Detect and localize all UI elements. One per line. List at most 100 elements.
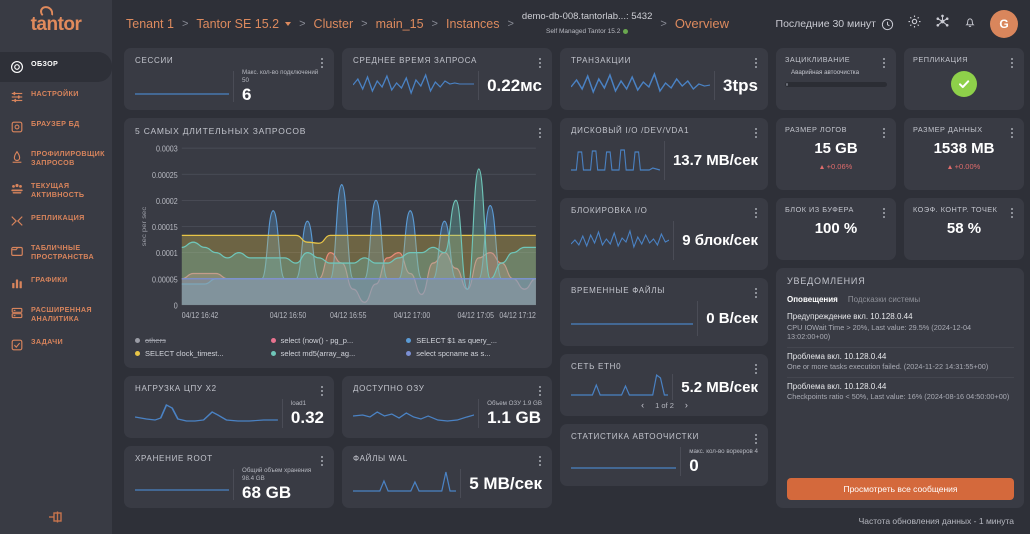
- card-menu-button[interactable]: [317, 384, 327, 398]
- card-title: Временные файлы: [571, 286, 758, 296]
- legend-item[interactable]: select (now() - pg_p...: [271, 334, 407, 347]
- sidebar-item-tablespaces[interactable]: Табличные пространства: [0, 236, 112, 268]
- legend-bullet: [135, 351, 140, 356]
- breadcrumb-separator: >: [361, 18, 367, 30]
- time-range-selector[interactable]: Последние 30 минут: [776, 18, 894, 31]
- sidebar-item-charts[interactable]: Графики: [0, 268, 112, 298]
- card-wal-files: Файлы WAL 5 МВ/сек: [342, 446, 552, 508]
- sidebar-item-current-activity[interactable]: Текущая активность: [0, 174, 112, 206]
- card-title: Блок из буфера: [785, 205, 887, 215]
- collapse-sidebar-button[interactable]: [0, 510, 112, 524]
- sparkline: [571, 226, 669, 256]
- card-menu-button[interactable]: [751, 286, 761, 300]
- sidebar: tantor Обзор Настройки Браузер БД: [0, 0, 112, 534]
- breadcrumb-cluster[interactable]: Cluster: [314, 17, 354, 31]
- card-menu-button[interactable]: [535, 56, 545, 70]
- legend-item[interactable]: select md5(array_ag...: [271, 347, 407, 360]
- breadcrumb-instances[interactable]: Instances: [446, 17, 500, 31]
- sidebar-item-label: Текущая активность: [31, 181, 104, 199]
- legend-label: select spcname as s...: [416, 349, 490, 358]
- legend-item[interactable]: select spcname as s...: [406, 347, 542, 360]
- bar-chart-icon: [10, 276, 24, 290]
- card-value: 15 GB: [785, 140, 887, 157]
- card-title: Статистика автоочистки: [571, 432, 758, 442]
- sparkline: [353, 469, 456, 499]
- card-menu-button[interactable]: [751, 126, 761, 140]
- legend-item[interactable]: SELECT $1 as query_...: [406, 334, 542, 347]
- settings-button[interactable]: [907, 14, 922, 34]
- right-row-1: Зацикливание Аварийная автоочистка Репли…: [776, 48, 1024, 110]
- brand-name: tantor: [31, 15, 82, 34]
- notification-item[interactable]: Проблема вкл. 10.128.0.44 Checkpoints ra…: [787, 378, 1014, 407]
- card-title: Размер данных: [913, 125, 1015, 135]
- breadcrumb-tenant[interactable]: Tenant 1: [126, 17, 174, 31]
- card-menu-button[interactable]: [1007, 206, 1017, 220]
- notification-item[interactable]: Проблема вкл. 10.128.0.44 One or more ta…: [787, 348, 1014, 378]
- footer: Частота обновления данных - 1 минута: [112, 508, 1030, 534]
- card-menu-button[interactable]: [535, 126, 545, 140]
- card-menu-button[interactable]: [1007, 126, 1017, 140]
- divider: [478, 71, 479, 100]
- card-title: Дисковый I/O /dev/vda1: [571, 126, 758, 136]
- card-autovacuum-stats: Статистика автоочистки макс. кол-во ворк…: [560, 424, 768, 486]
- legend-item[interactable]: others: [135, 334, 271, 347]
- legend-item[interactable]: SELECT clock_timest...: [135, 347, 271, 360]
- sidebar-item-settings[interactable]: Настройки: [0, 82, 112, 112]
- card-ram-available: Доступно ОЗУ Объем ОЗУ 1.9 GB 1.1 GB: [342, 376, 552, 438]
- sidebar-item-query-profiler[interactable]: Профилировщик запросов: [0, 142, 112, 174]
- notifications-button[interactable]: [963, 15, 977, 34]
- card-menu-button[interactable]: [535, 454, 545, 468]
- pager-label: 1 of 2: [655, 401, 674, 410]
- card-value: 3tps: [723, 76, 758, 95]
- tasks-icon: [10, 338, 24, 352]
- instance-name: demo-db-008.tantorlab...: 5432: [522, 12, 652, 23]
- tab-system-hints[interactable]: Подсказки системы: [848, 295, 920, 304]
- card-menu-button[interactable]: [751, 56, 761, 70]
- card-menu-button[interactable]: [751, 432, 761, 446]
- sidebar-item-overview[interactable]: Обзор: [0, 52, 112, 82]
- logo[interactable]: tantor: [0, 0, 112, 48]
- sidebar-item-label: Обзор: [31, 59, 58, 68]
- pager-prev-button[interactable]: ‹: [641, 400, 644, 410]
- topology-button[interactable]: [935, 14, 950, 34]
- card-menu-button[interactable]: [879, 126, 889, 140]
- card-menu-button[interactable]: [751, 206, 761, 220]
- breadcrumb-main15[interactable]: main_15: [376, 17, 424, 31]
- card-menu-button[interactable]: [879, 206, 889, 220]
- sparkline: [571, 304, 693, 334]
- notification-body: CPU IOWait Time > 20%, Last value: 29.5%…: [787, 323, 1014, 342]
- notification-item[interactable]: Предупреждение вкл. 10.128.0.44 CPU IOWa…: [787, 308, 1014, 348]
- chevron-down-icon: [285, 22, 291, 26]
- card-menu-button[interactable]: [317, 56, 327, 70]
- sidebar-item-db-browser[interactable]: Браузер БД: [0, 112, 112, 142]
- card-menu-button[interactable]: [317, 454, 327, 468]
- tab-alerts[interactable]: Оповещения: [787, 295, 838, 304]
- gear-icon: [907, 14, 922, 29]
- card-value: 0 B/сек: [706, 309, 758, 328]
- svg-text:04/12 17:05: 04/12 17:05: [457, 310, 493, 320]
- pager-next-button[interactable]: ›: [685, 400, 688, 410]
- card-title: Нагрузка ЦПУ x2: [135, 384, 324, 394]
- breadcrumb-instance[interactable]: demo-db-008.tantorlab...: 5432 Self Mana…: [522, 12, 652, 35]
- card-title: Файлы WAL: [353, 454, 542, 464]
- card-menu-button[interactable]: [751, 362, 761, 376]
- card-menu-button[interactable]: [879, 56, 889, 70]
- activity-icon: [10, 182, 24, 196]
- divider: [714, 71, 715, 100]
- sidebar-item-label: Расширенная аналитика: [31, 305, 104, 323]
- sidebar-item-replication[interactable]: Репликация: [0, 206, 112, 236]
- card-value: 0: [689, 456, 758, 475]
- view-all-messages-button[interactable]: Просмотреть все сообщения: [787, 478, 1014, 500]
- breadcrumb-product[interactable]: Tantor SE 15.2: [196, 17, 291, 31]
- card-change: +0.06%: [785, 162, 887, 171]
- card-value: 68 GB: [242, 483, 324, 502]
- card-menu-button[interactable]: [535, 384, 545, 398]
- avatar[interactable]: G: [990, 10, 1018, 38]
- sidebar-item-tasks[interactable]: Задачи: [0, 330, 112, 360]
- legend-bullet: [271, 338, 276, 343]
- card-title: Коэф. контр. точек: [913, 205, 1015, 215]
- card-menu-button[interactable]: [1007, 56, 1017, 70]
- collapse-icon: [48, 510, 64, 524]
- chart-plot: 00.000050.00010.000150.00020.000250.0003…: [135, 141, 542, 331]
- sidebar-item-advanced-analytics[interactable]: Расширенная аналитика: [0, 298, 112, 330]
